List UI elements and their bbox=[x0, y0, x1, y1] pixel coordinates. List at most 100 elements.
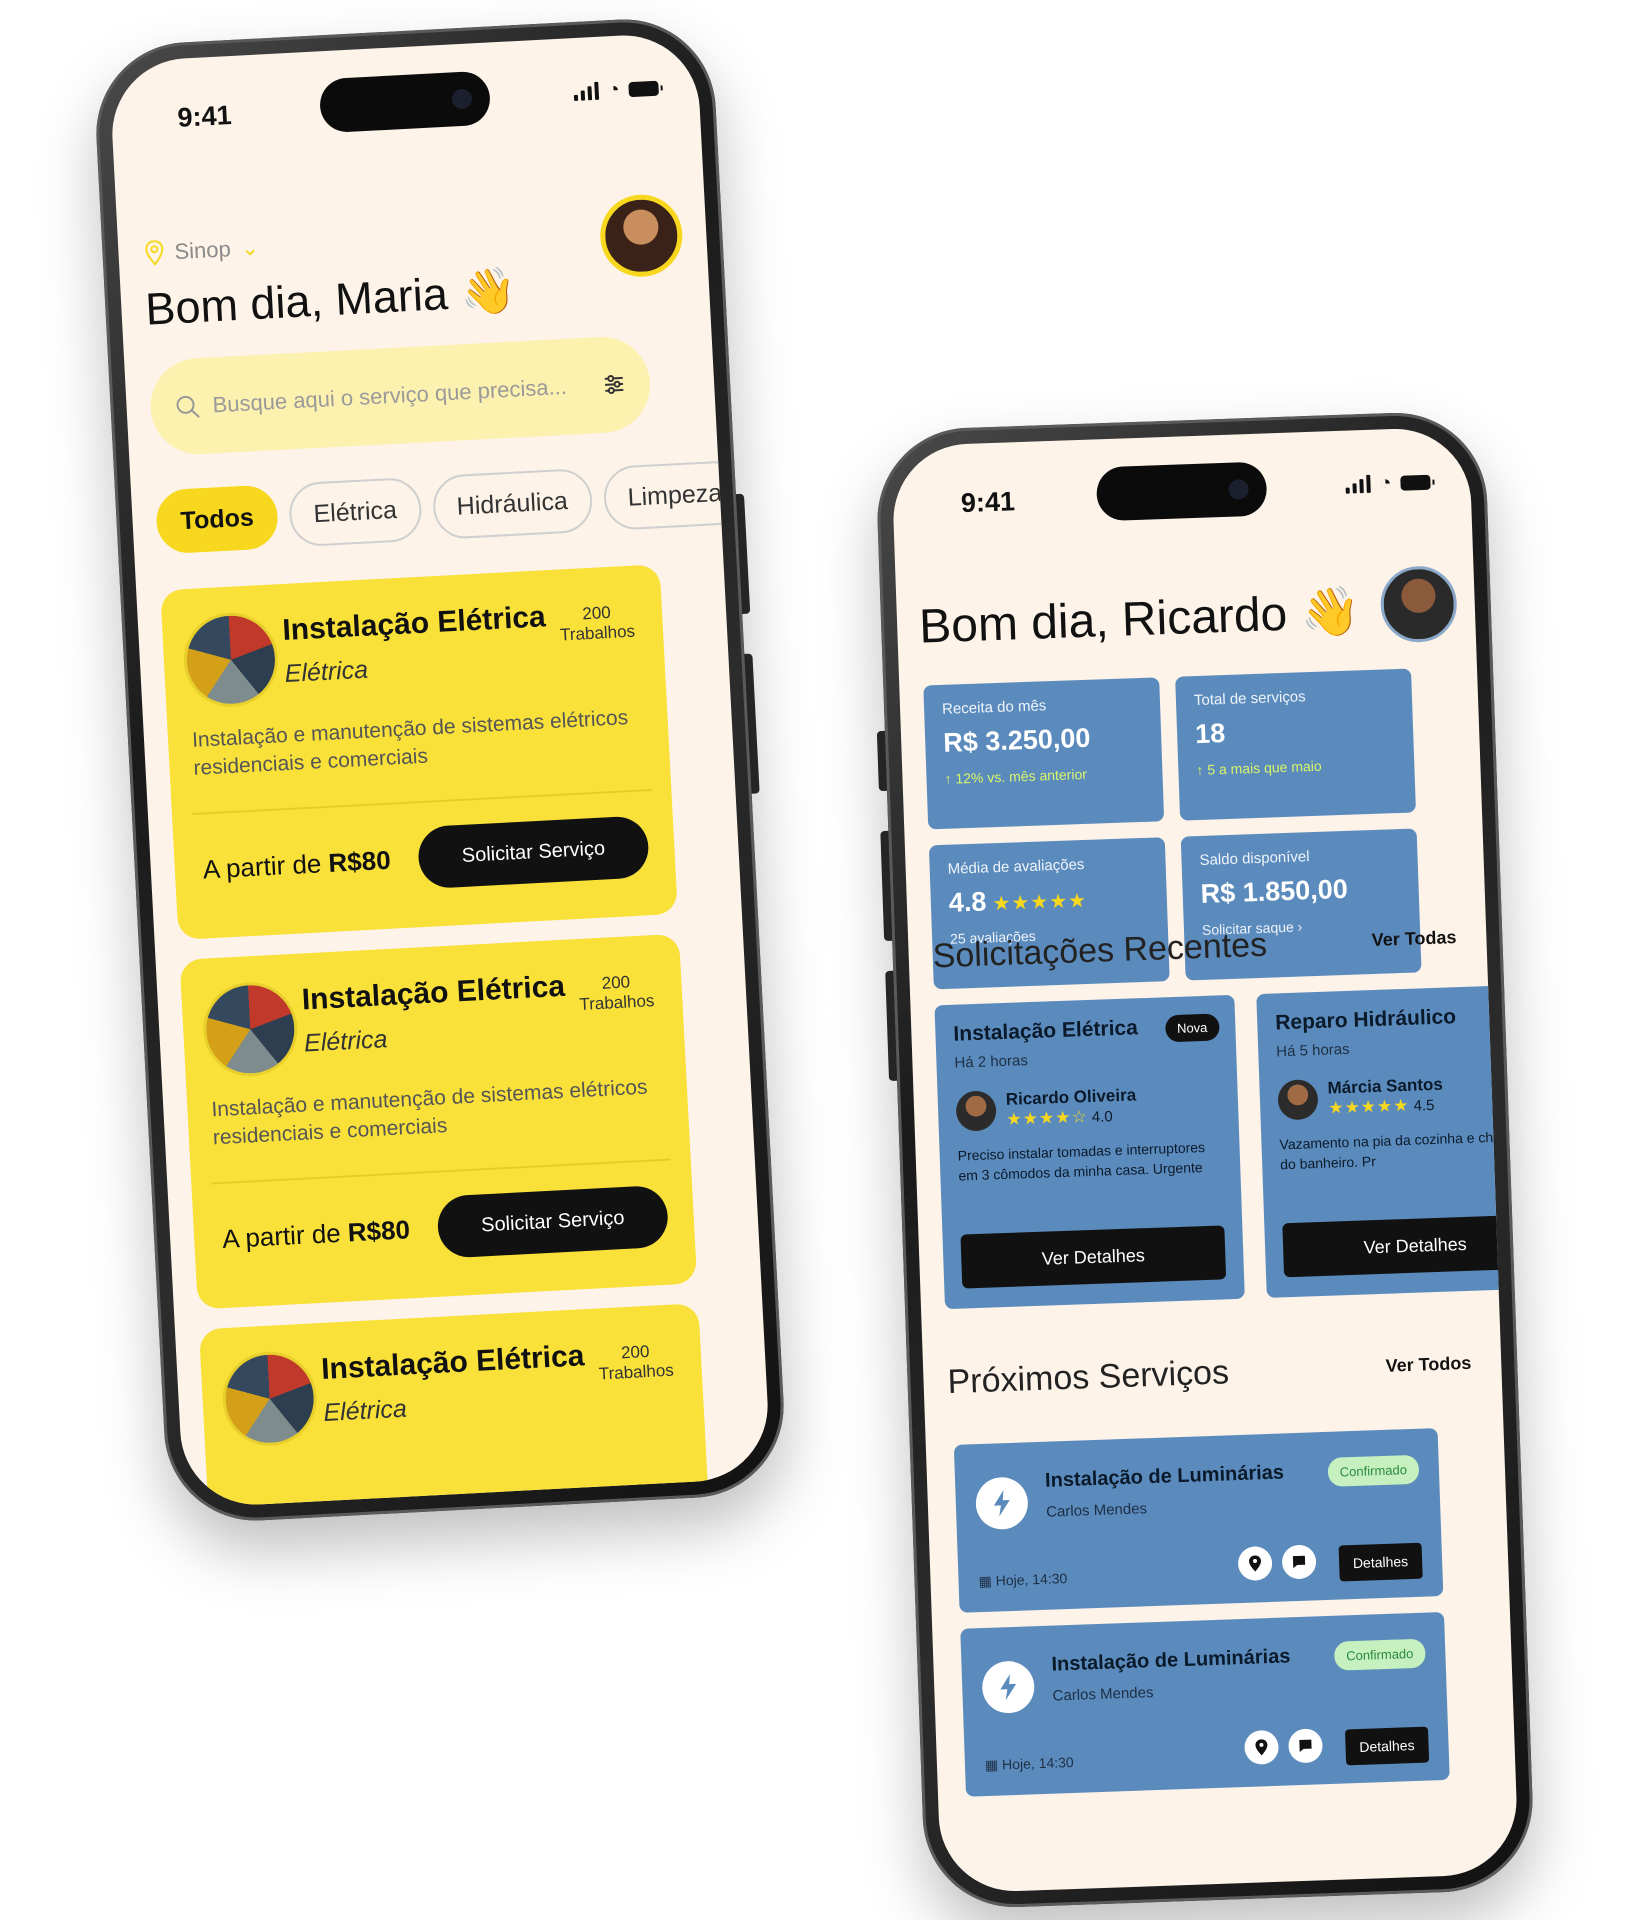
service-card[interactable]: Instalação Elétrica Elétrica 200 Trabalh… bbox=[179, 933, 698, 1310]
request-card[interactable]: Instalação Elétrica Há 2 horas Nova Rica… bbox=[934, 994, 1245, 1310]
screen: 9:41 ◔ Bom dia, Ricardo 👋 Receita do mês… bbox=[890, 426, 1520, 1894]
location-selector[interactable]: Sinop ⌄ bbox=[144, 235, 260, 267]
status-badge: Confirmado bbox=[1327, 1454, 1420, 1487]
client-name: Carlos Mendes bbox=[1045, 1500, 1148, 1521]
see-all-requests-link[interactable]: Ver Todas bbox=[1371, 927, 1456, 951]
search-bar[interactable]: Busque aqui o serviço que precisa... bbox=[148, 334, 653, 457]
chat-icon[interactable] bbox=[1287, 1728, 1324, 1764]
chip-eletrica[interactable]: Elétrica bbox=[287, 476, 423, 548]
service-title: Instalação Elétrica bbox=[300, 969, 566, 1017]
phone-customer: 9:41 ◔ Sinop ⌄ Bom dia, Maria 👋 Busque a… bbox=[91, 14, 789, 1526]
calendar-icon: ▦ bbox=[984, 1756, 999, 1774]
status-icons: ◔ bbox=[1345, 472, 1431, 495]
map-pin-icon[interactable] bbox=[1237, 1545, 1273, 1582]
client-rating: ★★★★★ 4.5 bbox=[1328, 1095, 1444, 1119]
service-thumbnail bbox=[220, 1349, 320, 1449]
category-chips: Todos Elétrica Hidráulica Limpeza bbox=[154, 459, 748, 555]
service-count: 200 Trabalhos bbox=[578, 971, 655, 1016]
wifi-icon: ◔ bbox=[606, 78, 621, 102]
signal-icon bbox=[1345, 474, 1371, 494]
search-input[interactable]: Busque aqui o serviço que precisa... bbox=[212, 372, 603, 418]
service-date: ▦ Hoje, 14:30 bbox=[978, 1570, 1067, 1590]
service-count-label: Trabalhos bbox=[579, 991, 655, 1015]
price-prefix: A partir de bbox=[221, 1217, 342, 1255]
price-prefix: A partir de bbox=[202, 848, 323, 885]
service-category: Elétrica bbox=[284, 655, 369, 688]
service-count-label: Trabalhos bbox=[598, 1360, 675, 1384]
request-service-button[interactable]: Solicitar Serviço bbox=[436, 1184, 670, 1259]
request-time: Há 5 horas bbox=[1275, 1040, 1350, 1061]
greeting: Bom dia, Maria 👋 bbox=[144, 263, 517, 335]
battery-icon bbox=[628, 80, 659, 97]
map-pin-icon[interactable] bbox=[1243, 1729, 1280, 1765]
request-title: Reparo Hidráulico bbox=[1274, 1005, 1457, 1035]
service-date: ▦ Hoje, 14:30 bbox=[985, 1754, 1074, 1774]
rating-value: 4.0 bbox=[1091, 1108, 1113, 1126]
stat-total-services: Total de serviços 18 ↑ 5 a mais que maio bbox=[1175, 668, 1416, 821]
stat-value: R$ 1.850,00 bbox=[1200, 873, 1349, 909]
status-time: 9:41 bbox=[176, 100, 233, 133]
service-thumbnail bbox=[200, 979, 300, 1079]
client-avatar bbox=[1277, 1079, 1319, 1121]
service-date-text: Hoje, 14:30 bbox=[995, 1570, 1068, 1589]
details-button[interactable]: Detalhes bbox=[1344, 1726, 1430, 1766]
battery-icon bbox=[1400, 474, 1431, 491]
view-details-button[interactable]: Ver Detalhes bbox=[1282, 1214, 1520, 1278]
star-icon: ★★★★★ bbox=[1327, 1095, 1410, 1118]
signal-icon bbox=[573, 81, 600, 102]
request-message: Preciso instalar tomadas e interruptores… bbox=[957, 1138, 1206, 1184]
request-message: Vazamento na pia da cozinha e chuveiro d… bbox=[1279, 1127, 1520, 1173]
wave-icon: 👋 bbox=[1299, 585, 1362, 641]
view-details-button[interactable]: Ver Detalhes bbox=[960, 1225, 1227, 1289]
greeting: Bom dia, Ricardo 👋 bbox=[918, 582, 1361, 654]
chip-hidraulica[interactable]: Hidráulica bbox=[431, 467, 594, 540]
service-category: Elétrica bbox=[322, 1394, 408, 1427]
phone-provider: 9:41 ◔ Bom dia, Ricardo 👋 Receita do mês… bbox=[874, 409, 1536, 1911]
stat-value: R$ 3.250,00 bbox=[942, 722, 1091, 758]
upcoming-services-title: Próximos Serviços bbox=[946, 1353, 1230, 1402]
service-count-label: Trabalhos bbox=[559, 622, 636, 645]
upcoming-service-card[interactable]: Instalação de Luminárias Carlos Mendes ▦… bbox=[953, 1428, 1444, 1613]
service-price: A partir de R$80 bbox=[202, 845, 391, 886]
stat-label: Saldo disponível bbox=[1199, 848, 1310, 870]
service-count: 200 Trabalhos bbox=[597, 1341, 674, 1386]
stat-label: Média de avaliações bbox=[947, 856, 1085, 878]
see-all-services-link[interactable]: Ver Todos bbox=[1385, 1353, 1471, 1377]
request-card[interactable]: Reparo Hidráulico Há 5 horas Márcia Sant… bbox=[1256, 983, 1520, 1298]
avatar[interactable] bbox=[598, 192, 685, 279]
stat-label: Receita do mês bbox=[941, 697, 1047, 718]
price-value: R$80 bbox=[347, 1214, 411, 1248]
status-time: 9:41 bbox=[960, 486, 1016, 519]
service-card[interactable]: Instalação Elétrica Elétrica 200 Trabalh… bbox=[198, 1303, 717, 1509]
bolt-icon bbox=[981, 1660, 1036, 1715]
client-avatar bbox=[955, 1090, 997, 1132]
filter-icon[interactable] bbox=[601, 372, 626, 397]
rating-value: 4.5 bbox=[1413, 1096, 1435, 1115]
star-icon: ★★★★★ bbox=[992, 889, 1088, 916]
calendar-icon: ▦ bbox=[978, 1572, 993, 1590]
search-icon bbox=[176, 395, 200, 418]
service-description: Instalação e manutenção de sistemas elét… bbox=[191, 706, 629, 781]
price-value: R$80 bbox=[327, 844, 392, 878]
divider bbox=[191, 788, 652, 816]
request-time: Há 2 horas bbox=[954, 1052, 1029, 1072]
details-button[interactable]: Detalhes bbox=[1338, 1542, 1423, 1582]
service-title: Instalação Elétrica bbox=[281, 600, 547, 648]
chat-icon[interactable] bbox=[1281, 1544, 1317, 1580]
service-card[interactable]: Instalação Elétrica Elétrica 200 Trabalh… bbox=[160, 564, 678, 940]
new-badge: Nova bbox=[1164, 1013, 1220, 1043]
request-client: Márcia Santos ★★★★★ 4.5 bbox=[1277, 1071, 1519, 1121]
rating-value: 4.8 bbox=[948, 886, 987, 918]
location-pin-icon bbox=[145, 240, 164, 266]
request-client: Ricardo Oliveira ★★★★☆ 4.0 bbox=[955, 1082, 1220, 1132]
chip-todos[interactable]: Todos bbox=[154, 484, 280, 555]
client-name: Carlos Mendes bbox=[1052, 1684, 1154, 1705]
dynamic-island bbox=[1095, 461, 1268, 522]
request-service-button[interactable]: Solicitar Serviço bbox=[416, 815, 650, 890]
upcoming-service-card[interactable]: Instalação de Luminárias Carlos Mendes ▦… bbox=[960, 1611, 1450, 1797]
stat-trend: ↑ 5 a mais que maio bbox=[1196, 757, 1322, 779]
chevron-down-icon: ⌄ bbox=[240, 234, 260, 261]
status-badge: Confirmado bbox=[1333, 1638, 1426, 1671]
avatar[interactable] bbox=[1379, 564, 1459, 644]
bolt-icon bbox=[974, 1476, 1029, 1531]
